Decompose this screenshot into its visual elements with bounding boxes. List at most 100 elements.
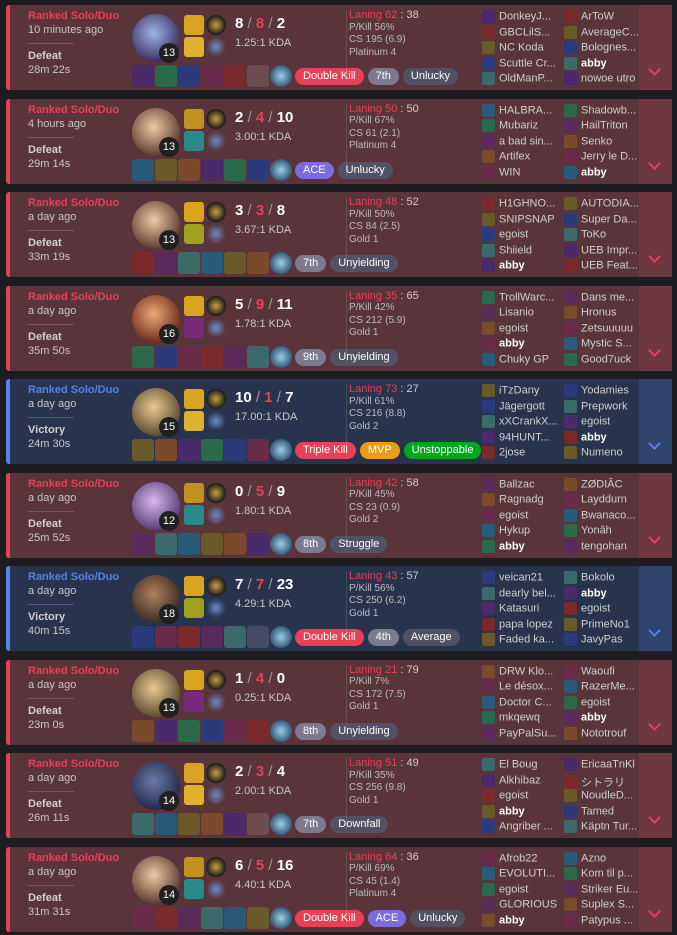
item-slot-1-icon[interactable]: [132, 906, 154, 929]
participant-team2[interactable]: Bwanaco...: [564, 508, 644, 524]
match-card[interactable]: Ranked Solo/Duo 10 minutes ago Defeat 28…: [6, 5, 672, 90]
item-slot-5-icon[interactable]: [224, 906, 246, 929]
secondary-rune-icon[interactable]: [206, 130, 226, 151]
participant-team2[interactable]: Tamed: [564, 804, 644, 820]
trinket-icon[interactable]: [270, 626, 292, 648]
trinket-icon[interactable]: [270, 252, 292, 274]
item-slot-5-icon[interactable]: [224, 532, 246, 555]
summoner-spell-1-icon[interactable]: [184, 15, 204, 35]
participant-team2[interactable]: egoist: [564, 695, 644, 711]
participant-team2[interactable]: egoist: [564, 602, 644, 617]
participant-team1[interactable]: abby: [482, 804, 562, 820]
item-slot-1-icon[interactable]: [132, 532, 154, 555]
participant-team1[interactable]: Ballzac: [482, 477, 562, 493]
participant-team1[interactable]: abby: [482, 913, 562, 929]
item-slot-4-icon[interactable]: [201, 439, 223, 461]
participant-team1[interactable]: SNIPSNAP: [482, 212, 562, 228]
trinket-icon[interactable]: [270, 65, 292, 87]
participant-team1[interactable]: EVOLUTI...: [482, 867, 562, 882]
participant-team2[interactable]: nowoe utro: [564, 72, 644, 87]
participant-team2[interactable]: Waoufi: [564, 664, 644, 680]
participant-team1[interactable]: Doctor C...: [482, 695, 562, 711]
item-slot-4-icon[interactable]: [201, 65, 223, 87]
participant-team1[interactable]: dearly bel...: [482, 586, 562, 602]
participant-team1[interactable]: egoist: [482, 321, 562, 337]
participant-team2[interactable]: Bokolo: [564, 571, 644, 586]
item-slot-4-icon[interactable]: [201, 345, 223, 368]
item-slot-3-icon[interactable]: [178, 158, 200, 181]
item-slot-5-icon[interactable]: [224, 813, 246, 835]
participant-team1[interactable]: a bad sin...: [482, 134, 562, 150]
participant-team2[interactable]: Hronus: [564, 306, 644, 321]
item-slot-5-icon[interactable]: [224, 719, 246, 742]
participant-team1[interactable]: PayPalSu...: [482, 726, 562, 742]
item-slot-5-icon[interactable]: [224, 439, 246, 461]
summoner-spell-1-icon[interactable]: [184, 576, 204, 596]
item-slot-3-icon[interactable]: [178, 532, 200, 555]
participant-team1[interactable]: GLORIOUS: [482, 898, 562, 913]
participant-team1[interactable]: Scuttle Cr...: [482, 56, 562, 72]
participant-team2[interactable]: Zetsuuuuu: [564, 321, 644, 337]
match-card[interactable]: Ranked Solo/Duo a day ago Defeat 23m 0s …: [6, 659, 672, 745]
participant-team2[interactable]: abby: [564, 586, 644, 602]
participant-team1[interactable]: abby: [482, 539, 562, 555]
participant-team1[interactable]: abby: [482, 337, 562, 352]
summoner-spell-1-icon[interactable]: [184, 763, 204, 783]
summoner-spell-2-icon[interactable]: [184, 598, 204, 618]
item-slot-6-icon[interactable]: [247, 719, 269, 742]
keystone-rune-icon[interactable]: [206, 15, 226, 35]
item-slot-4-icon[interactable]: [201, 158, 223, 181]
item-slot-2-icon[interactable]: [155, 158, 177, 181]
participant-team2[interactable]: Striker Eu...: [564, 882, 644, 898]
item-slot-6-icon[interactable]: [247, 906, 269, 929]
summoner-spell-1-icon[interactable]: [184, 108, 204, 129]
participant-team1[interactable]: Shiield: [482, 243, 562, 259]
expand-button[interactable]: [639, 566, 672, 651]
participant-team1[interactable]: DRW Klo...: [482, 664, 562, 680]
item-slot-6-icon[interactable]: [247, 532, 269, 555]
item-slot-3-icon[interactable]: [178, 719, 200, 742]
participant-team2[interactable]: abby: [564, 430, 644, 446]
participant-team1[interactable]: Afrob22: [482, 851, 562, 867]
item-slot-3-icon[interactable]: [178, 626, 200, 648]
match-card[interactable]: Ranked Solo/Duo a day ago Victory 24m 30…: [6, 379, 672, 464]
item-slot-2-icon[interactable]: [155, 532, 177, 555]
participant-team2[interactable]: Suplex S...: [564, 898, 644, 913]
summoner-spell-2-icon[interactable]: [184, 130, 204, 151]
keystone-rune-icon[interactable]: [206, 295, 226, 316]
item-slot-1-icon[interactable]: [132, 345, 154, 368]
participant-team1[interactable]: veican21: [482, 571, 562, 586]
item-slot-2-icon[interactable]: [155, 345, 177, 368]
item-slot-1-icon[interactable]: [132, 719, 154, 742]
participant-team2[interactable]: tengohan: [564, 539, 644, 555]
participant-team2[interactable]: Good7uck: [564, 352, 644, 368]
participant-team1[interactable]: WIN: [482, 165, 562, 181]
keystone-rune-icon[interactable]: [206, 669, 226, 690]
secondary-rune-icon[interactable]: [206, 37, 226, 57]
item-slot-1-icon[interactable]: [132, 252, 154, 274]
expand-button[interactable]: [639, 379, 672, 464]
keystone-rune-icon[interactable]: [206, 389, 226, 409]
summoner-spell-1-icon[interactable]: [184, 482, 204, 503]
participant-team2[interactable]: EricaaTnKl: [564, 758, 644, 773]
participant-team1[interactable]: 94HUNT...: [482, 430, 562, 446]
item-slot-1-icon[interactable]: [132, 626, 154, 648]
summoner-spell-2-icon[interactable]: [184, 317, 204, 338]
item-slot-2-icon[interactable]: [155, 252, 177, 274]
participant-team2[interactable]: NoudleD...: [564, 789, 644, 804]
item-slot-3-icon[interactable]: [178, 906, 200, 929]
participant-team1[interactable]: DonkeyJ...: [482, 10, 562, 25]
participant-team1[interactable]: H1GHNO...: [482, 197, 562, 212]
item-slot-4-icon[interactable]: [201, 252, 223, 274]
participant-team1[interactable]: Artifex: [482, 150, 562, 165]
item-slot-4-icon[interactable]: [201, 906, 223, 929]
participant-team2[interactable]: Jerry le D...: [564, 150, 644, 165]
participant-team2[interactable]: ToKo: [564, 228, 644, 243]
participant-team2[interactable]: egoist: [564, 415, 644, 430]
participant-team2[interactable]: Patypus ...: [564, 913, 644, 929]
participant-team2[interactable]: RazerMe...: [564, 680, 644, 695]
trinket-icon[interactable]: [270, 813, 292, 835]
participant-team2[interactable]: Yodamies: [564, 384, 644, 399]
summoner-spell-1-icon[interactable]: [184, 202, 204, 222]
participant-team2[interactable]: Azno: [564, 851, 644, 867]
